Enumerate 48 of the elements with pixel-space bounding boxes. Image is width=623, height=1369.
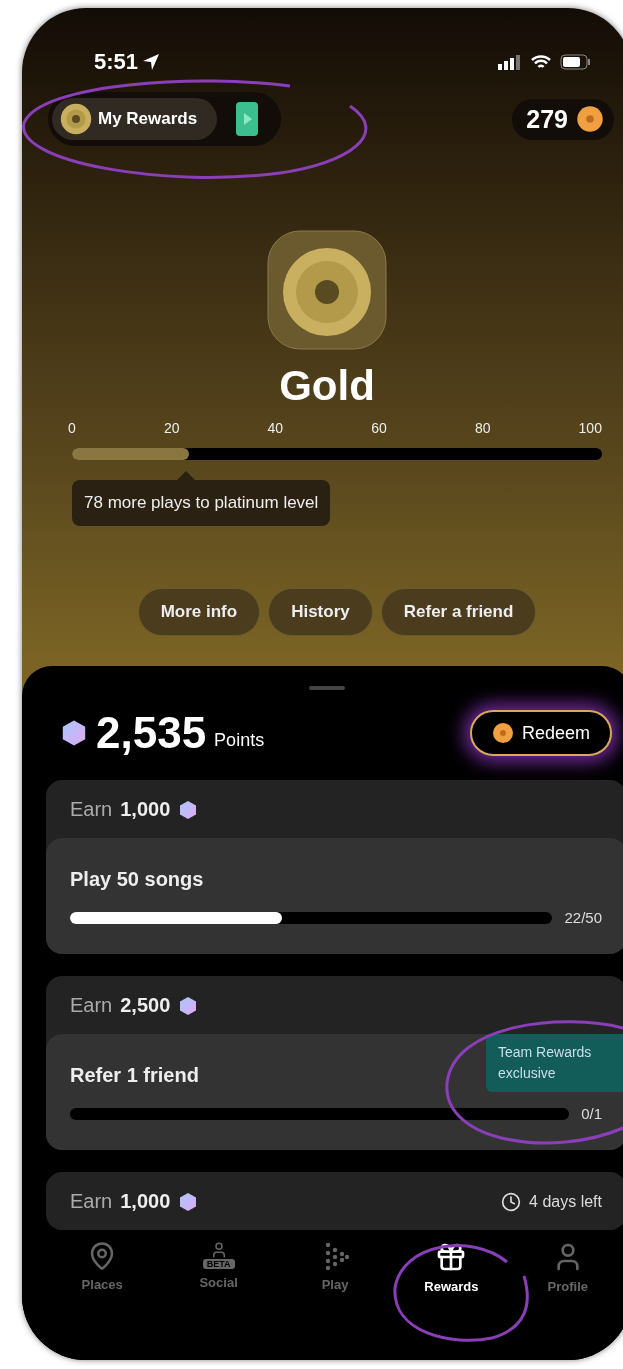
time-left: 4 days left — [529, 1192, 602, 1211]
coin-icon — [576, 105, 604, 133]
progress-tooltip: 78 more plays to platinum level — [72, 480, 331, 526]
challenge-progress-count: 22/50 — [564, 909, 602, 926]
challenge-progress-count: 0/1 — [581, 1105, 602, 1122]
earn-amount: 1,000 — [120, 1190, 171, 1213]
gem-icon — [60, 719, 88, 747]
sheet-handle[interactable] — [309, 686, 345, 690]
challenge-title: Refer 1 friend — [70, 1064, 199, 1087]
location-arrow-icon — [142, 53, 161, 71]
gem-icon — [178, 1191, 199, 1212]
earn-amount: 1,000 — [120, 798, 171, 821]
exclusive-tag: Team Rewards exclusive — [486, 1034, 623, 1092]
my-rewards-button[interactable]: My Rewards — [52, 98, 218, 140]
wifi-icon — [530, 54, 552, 70]
earn-label: Earn — [70, 798, 113, 821]
scale-tick: 0 — [68, 420, 76, 436]
gem-icon — [178, 995, 199, 1016]
gem-icon — [178, 799, 199, 820]
nav-tab[interactable]: Rewards — [393, 1240, 510, 1320]
scale-tick: 100 — [578, 420, 602, 436]
signal-icon — [498, 54, 522, 70]
nav-tab[interactable]: Profile — [509, 1240, 623, 1320]
scale-tick: 40 — [267, 420, 284, 436]
scale-tick: 60 — [371, 420, 387, 436]
tier-name: Gold — [279, 362, 375, 410]
status-time: 5:51 — [94, 49, 161, 75]
battery-icon — [560, 54, 592, 70]
coin-balance: 279 — [526, 104, 568, 134]
scale-tick: 20 — [163, 420, 180, 436]
scale-tick: 80 — [474, 420, 491, 436]
disc-icon — [60, 103, 92, 135]
nav-tab[interactable]: Play — [276, 1240, 394, 1320]
earn-label: Earn — [70, 994, 113, 1017]
points-value: 2,535 — [96, 708, 207, 758]
clock-icon — [501, 1191, 522, 1212]
action-button[interactable]: History — [268, 588, 373, 636]
phone-icon — [235, 101, 260, 137]
earn-amount: 2,500 — [120, 994, 171, 1017]
earn-label: Earn — [70, 1190, 113, 1213]
action-button[interactable]: Refer a friend — [380, 588, 537, 636]
nav-tab[interactable]: Places — [44, 1240, 161, 1320]
nav-tab[interactable]: BETA Social — [160, 1240, 277, 1320]
points-unit: Points — [214, 729, 265, 751]
coin-icon — [491, 722, 514, 744]
challenge-title: Play 50 songs — [70, 868, 204, 891]
redeem-button[interactable]: Redeem — [469, 710, 612, 756]
action-button[interactable]: More info — [137, 588, 261, 636]
